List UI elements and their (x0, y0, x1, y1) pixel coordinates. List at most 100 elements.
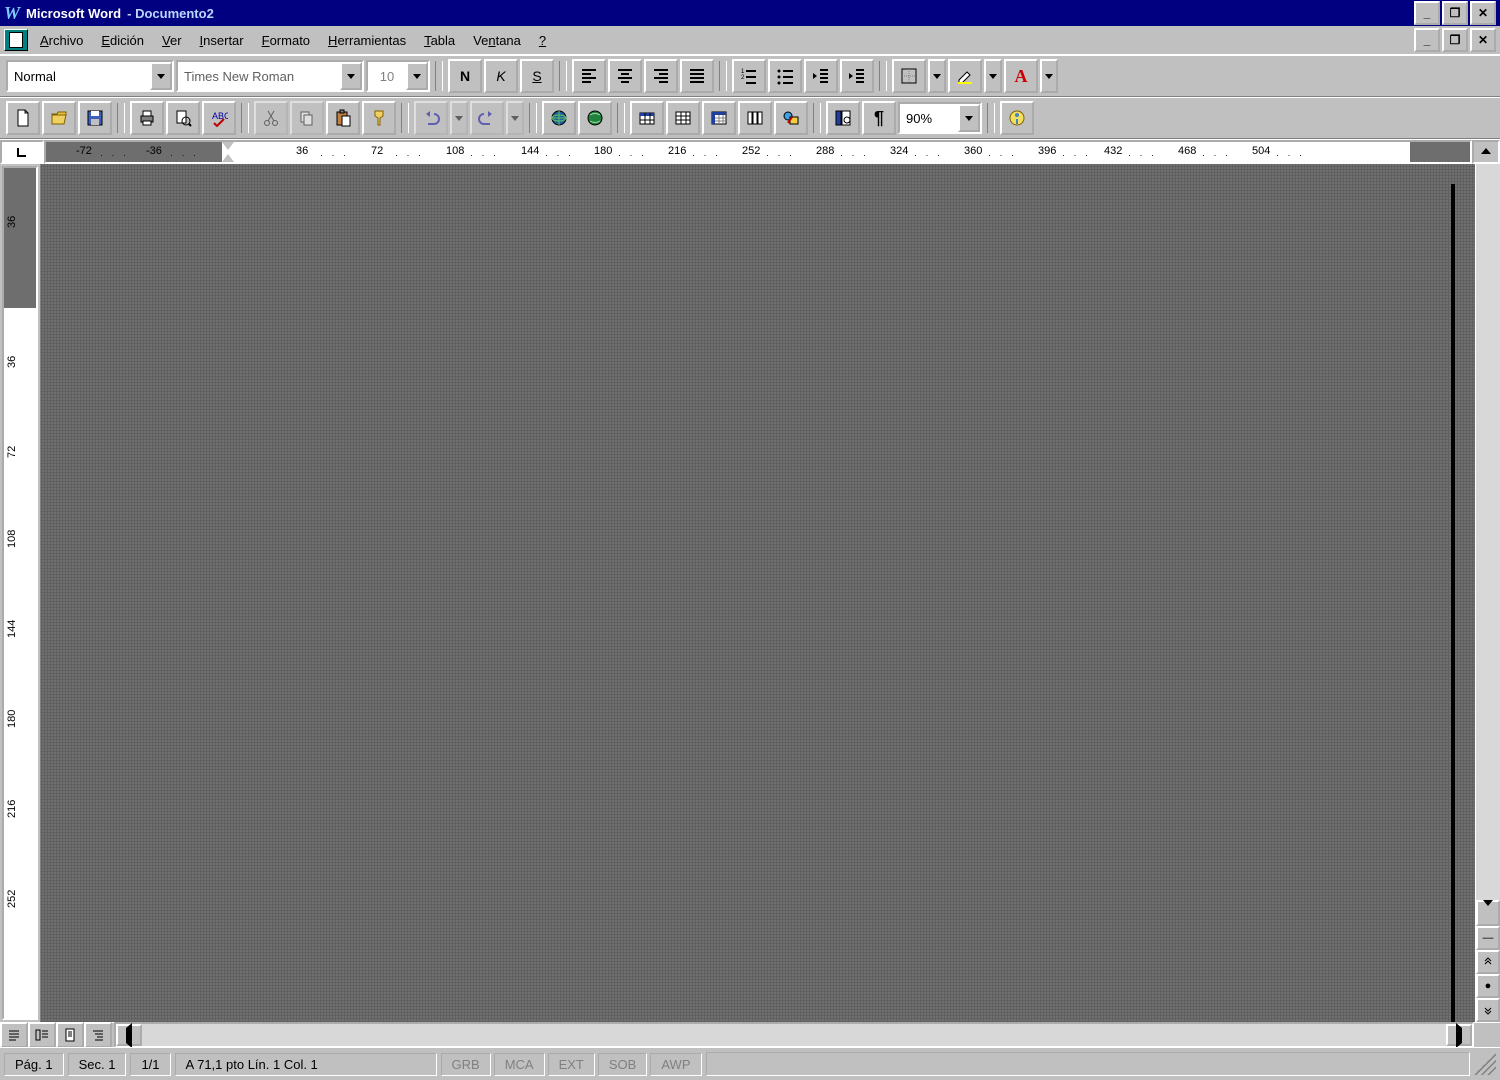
document-page[interactable] (41, 164, 1475, 1022)
browse-hr-button[interactable]: — (1476, 926, 1500, 950)
columns-button[interactable] (738, 101, 772, 135)
horizontal-ruler[interactable]: -72· · ·-36· · ·36· · ·72· · ·108· · ·14… (44, 140, 1472, 164)
menu-item-insertar[interactable]: Insertar (192, 30, 252, 51)
minimize-button[interactable]: _ (1414, 1, 1440, 25)
status-section: Sec. 1 (68, 1053, 127, 1076)
menu-item-tabla[interactable]: Tabla (416, 30, 463, 51)
save-button[interactable] (78, 101, 112, 135)
print-preview-button[interactable] (166, 101, 200, 135)
hruler-label: 108 (446, 145, 464, 157)
hruler-label: 252 (742, 145, 760, 157)
redo-dropdown[interactable] (506, 101, 524, 135)
tab-selector[interactable] (0, 140, 44, 164)
hruler-label: 360 (964, 145, 982, 157)
bold-button[interactable]: N (448, 59, 482, 93)
status-indicator-mca[interactable]: MCA (494, 1053, 545, 1076)
print-button[interactable] (130, 101, 164, 135)
numbered-list-button[interactable]: 12 (732, 59, 766, 93)
tables-borders-button[interactable] (630, 101, 664, 135)
select-browse-object-button[interactable]: ● (1476, 974, 1500, 998)
undo-dropdown[interactable] (450, 101, 468, 135)
menu-item-herramientas[interactable]: Herramientas (320, 30, 414, 51)
vertical-ruler[interactable]: 363672108144180216252 (2, 166, 38, 1020)
menu-item-archivo[interactable]: Archivo (32, 30, 91, 51)
undo-button[interactable] (414, 101, 448, 135)
decrease-indent-button[interactable] (804, 59, 838, 93)
italic-button[interactable]: K (484, 59, 518, 93)
outline-view-button[interactable] (84, 1022, 112, 1048)
vertical-scrollbar[interactable]: — ● (1475, 164, 1500, 1022)
bulleted-list-button[interactable] (768, 59, 802, 93)
next-page-button[interactable] (1476, 998, 1500, 1022)
office-assistant-button[interactable] (1000, 101, 1034, 135)
align-right-button[interactable] (644, 59, 678, 93)
zoom-selector[interactable]: 90% (898, 102, 982, 134)
highlight-button[interactable] (948, 59, 982, 93)
vscroll-track[interactable] (1476, 164, 1500, 900)
borders-button[interactable] (892, 59, 926, 93)
status-indicator-awp[interactable]: AWP (650, 1053, 701, 1076)
dropdown-arrow-icon[interactable] (340, 62, 362, 90)
hruler-ticks: · · · (766, 150, 795, 160)
align-left-button[interactable] (572, 59, 606, 93)
style-selector[interactable]: Normal (6, 60, 174, 92)
vruler-label: 252 (6, 890, 18, 908)
page-layout-view-button[interactable] (56, 1022, 84, 1048)
online-layout-view-button[interactable] (28, 1022, 56, 1048)
highlight-dropdown[interactable] (984, 59, 1002, 93)
excel-button[interactable] (702, 101, 736, 135)
cut-button[interactable] (254, 101, 288, 135)
document-map-button[interactable] (826, 101, 860, 135)
menu-item-ntana[interactable]: Ventana (465, 30, 529, 51)
scroll-up-button[interactable] (1472, 140, 1500, 164)
horizontal-scrollbar[interactable] (114, 1022, 1474, 1048)
status-indicator-grb[interactable]: GRB (441, 1053, 491, 1076)
menu-item-edición[interactable]: Edición (93, 30, 152, 51)
normal-view-button[interactable] (0, 1022, 28, 1048)
paste-button[interactable] (326, 101, 360, 135)
drawing-button[interactable] (774, 101, 808, 135)
dropdown-arrow-icon[interactable] (958, 104, 980, 132)
menu-item-formato[interactable]: Formato (254, 30, 318, 51)
font-color-dropdown[interactable] (1040, 59, 1058, 93)
previous-page-button[interactable] (1476, 950, 1500, 974)
hscroll-track[interactable] (142, 1024, 1446, 1046)
maximize-button[interactable]: ❐ (1442, 1, 1468, 25)
dropdown-arrow-icon[interactable] (406, 62, 428, 90)
scroll-right-button[interactable] (1446, 1024, 1472, 1046)
font-selector[interactable]: Times New Roman (176, 60, 364, 92)
font-color-button[interactable]: A (1004, 59, 1038, 93)
web-toolbar-button[interactable] (578, 101, 612, 135)
insert-hyperlink-button[interactable] (542, 101, 576, 135)
menu-item-ver[interactable]: Ver (154, 30, 190, 51)
hruler-label: 504 (1252, 145, 1270, 157)
align-center-button[interactable] (608, 59, 642, 93)
indent-marker-icon[interactable] (222, 142, 234, 162)
insert-table-button[interactable] (666, 101, 700, 135)
underline-button[interactable]: S (520, 59, 554, 93)
borders-dropdown[interactable] (928, 59, 946, 93)
open-button[interactable] (42, 101, 76, 135)
status-indicator-sob[interactable]: SOB (598, 1053, 647, 1076)
increase-indent-button[interactable] (840, 59, 874, 93)
format-painter-button[interactable] (362, 101, 396, 135)
hruler-ticks: · · · (100, 150, 129, 160)
mdi-restore-button[interactable]: ❐ (1442, 28, 1468, 52)
scroll-left-button[interactable] (116, 1024, 142, 1046)
align-justify-button[interactable] (680, 59, 714, 93)
mdi-close-button[interactable]: ✕ (1470, 28, 1496, 52)
dropdown-arrow-icon[interactable] (150, 62, 172, 90)
new-document-button[interactable] (6, 101, 40, 135)
copy-button[interactable] (290, 101, 324, 135)
resize-grip-icon[interactable] (1474, 1053, 1496, 1075)
show-paragraph-button[interactable]: ¶ (862, 101, 896, 135)
status-indicator-ext[interactable]: EXT (548, 1053, 595, 1076)
font-size-selector[interactable]: 10 (366, 60, 430, 92)
mdi-document-icon[interactable] (4, 29, 28, 51)
close-button[interactable]: ✕ (1470, 1, 1496, 25)
mdi-minimize-button[interactable]: _ (1414, 28, 1440, 52)
spellcheck-button[interactable]: ABC (202, 101, 236, 135)
scroll-down-button[interactable] (1476, 900, 1500, 926)
redo-button[interactable] (470, 101, 504, 135)
menu-item-?[interactable]: ? (531, 30, 554, 51)
